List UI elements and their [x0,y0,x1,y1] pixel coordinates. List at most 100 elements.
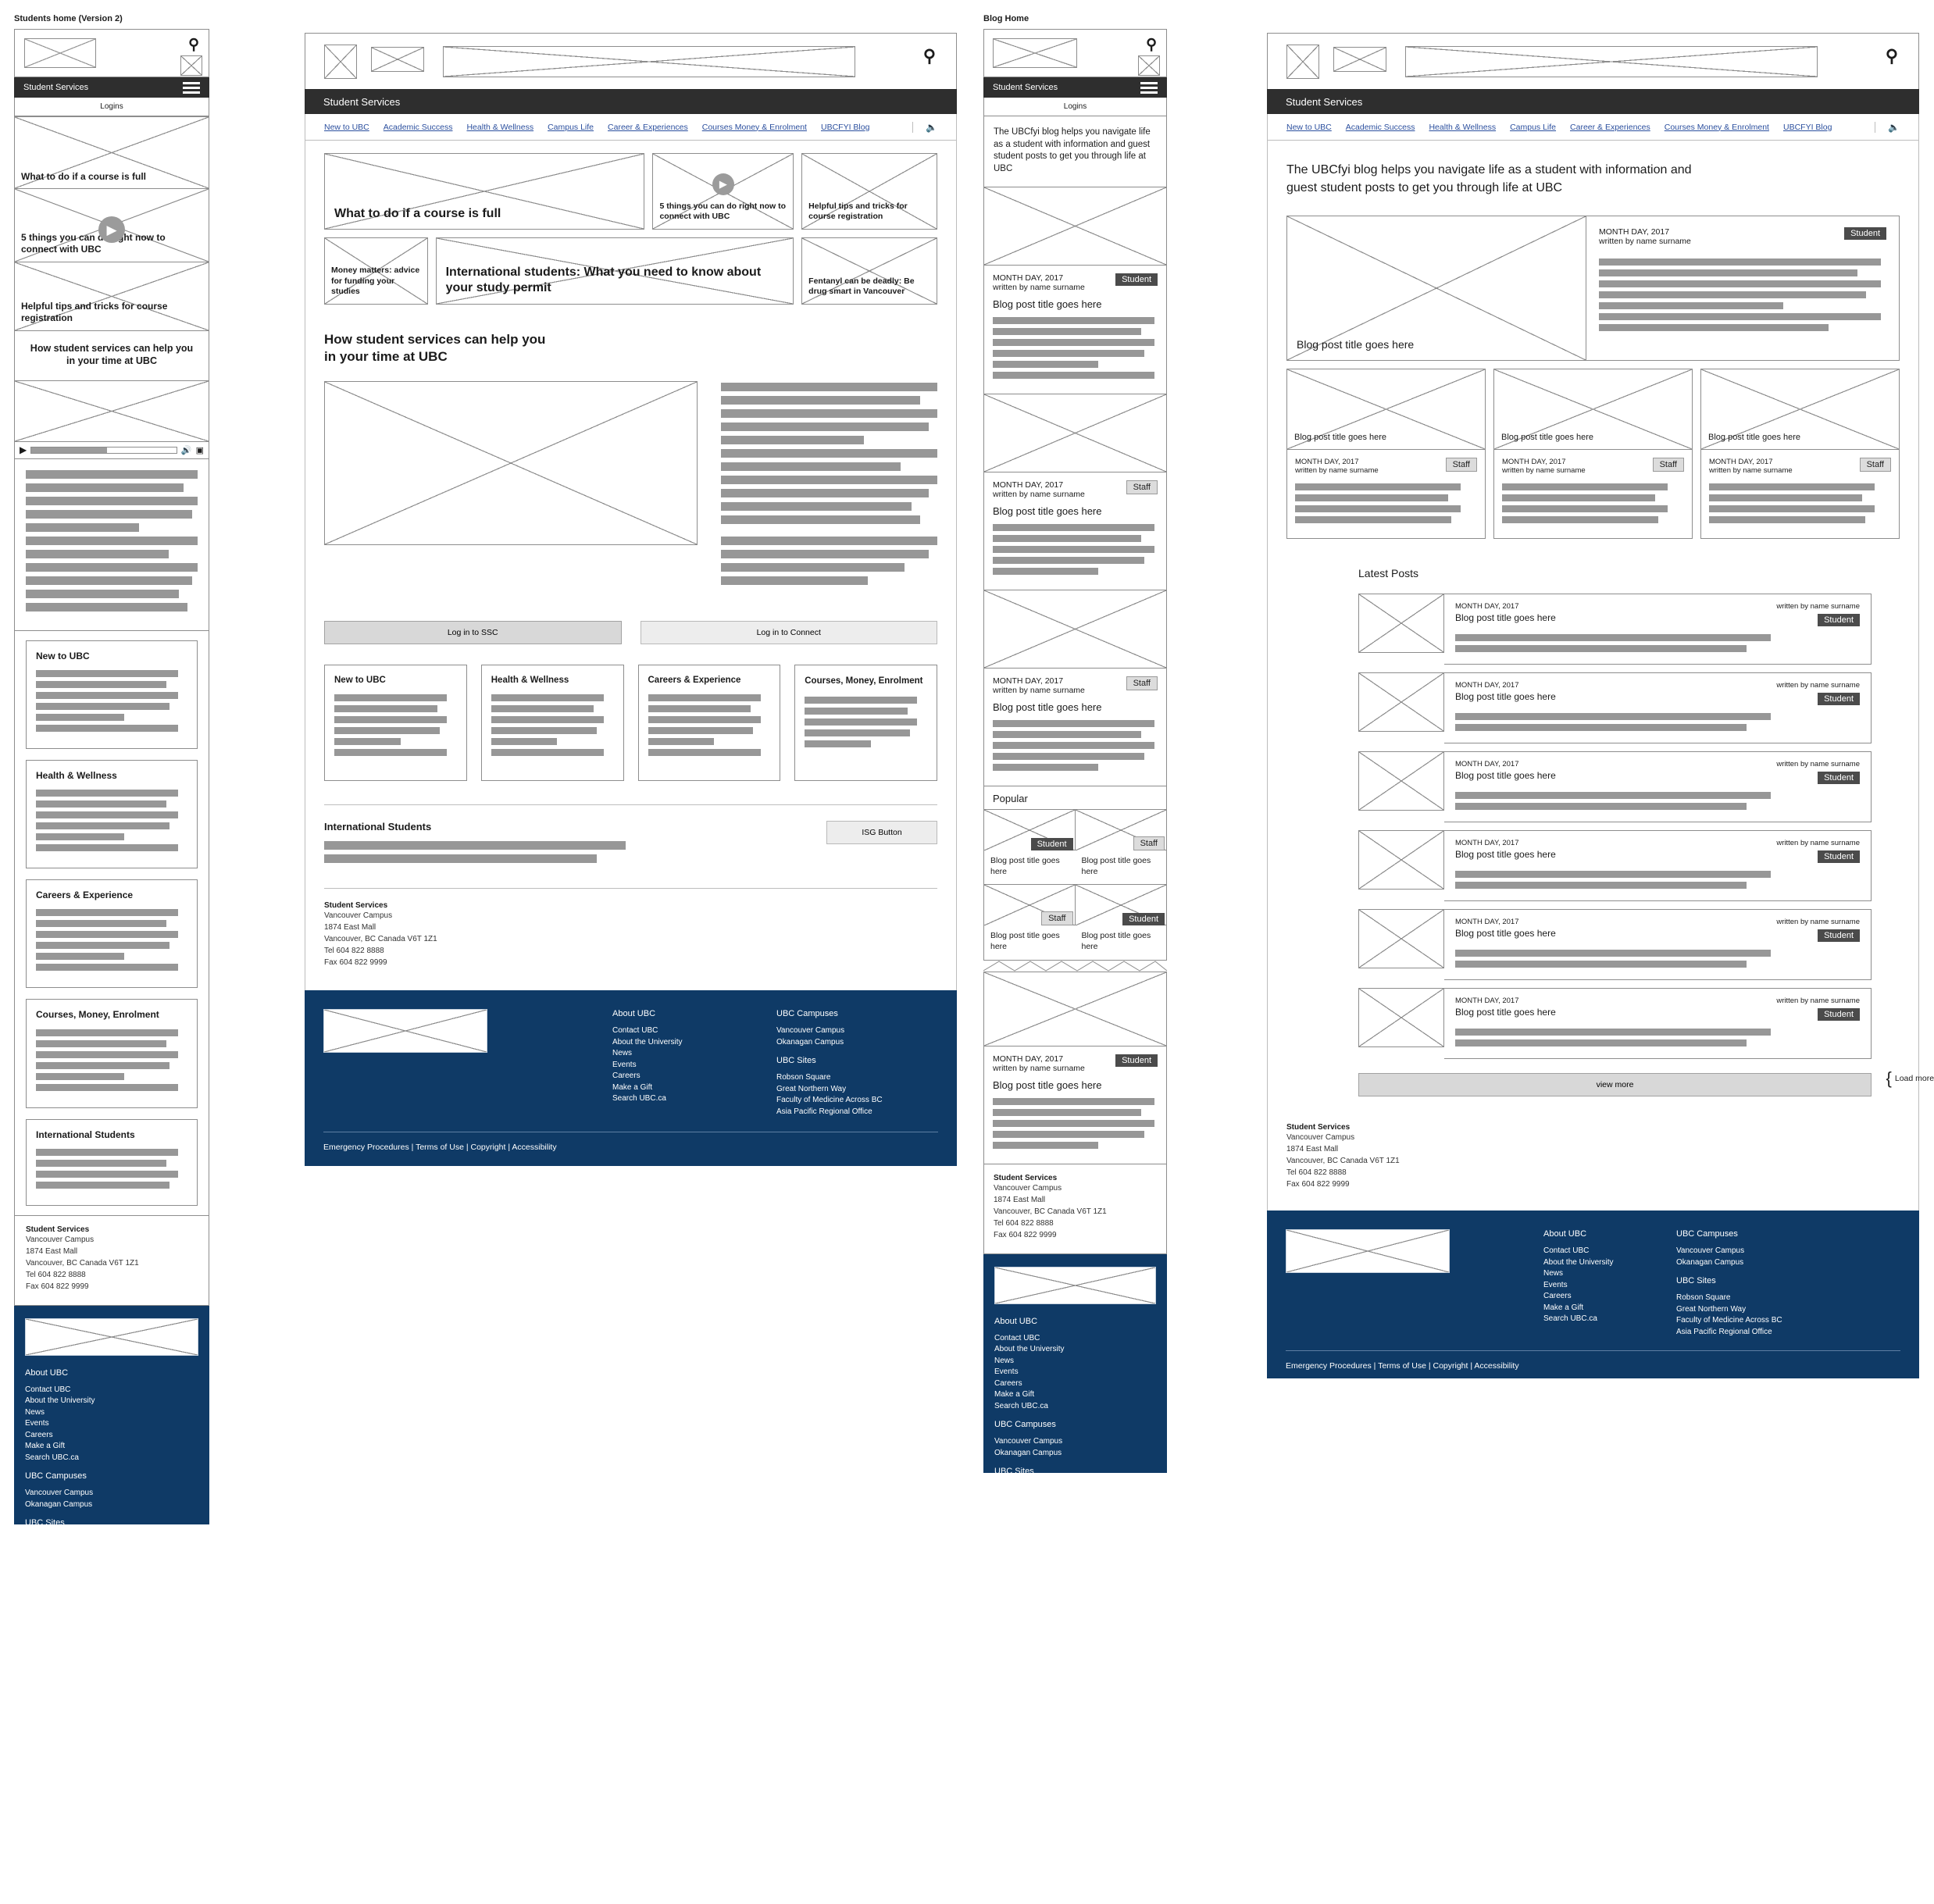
footer-link[interactable]: Make a Gift [994,1389,1156,1401]
hero-card-3[interactable]: Helpful tips and tricks for course regis… [801,153,937,230]
nav-item-courses-money-enrolment[interactable]: Courses Money & Enrolment [1665,123,1769,132]
popular-post[interactable]: Staff Blog post title goes here [1075,810,1166,884]
search-icon[interactable]: ⚲ [923,46,936,66]
footer-link[interactable]: Make a Gift [1543,1303,1676,1314]
login-ssc-button[interactable]: Log in to SSC [324,621,622,645]
footer-link[interactable]: About the University [994,1344,1156,1356]
blog-post-image[interactable] [983,971,1167,1046]
nav-item-health-wellness[interactable]: Health & Wellness [1429,123,1496,132]
featured-post-image[interactable]: Blog post title goes here [1286,369,1486,451]
latest-post-thumbnail[interactable] [1358,594,1444,654]
blog-post-image[interactable] [983,590,1167,669]
speaker-icon[interactable]: 🔈 [1875,121,1900,133]
footer-link[interactable]: Asia Pacific Regional Office [1676,1327,1825,1339]
blog-post-image[interactable] [983,187,1167,266]
nav-item-ubcfyi-blog[interactable]: UBCFYI Blog [821,123,869,132]
fullscreen-icon[interactable]: ▣ [196,445,204,455]
latest-post-row[interactable]: MONTH DAY, 2017 Blog post title goes her… [1358,830,1872,902]
blog-post-item[interactable]: MONTH DAY, 2017 written by name surname … [983,472,1167,591]
nav-item-new-to-ubc[interactable]: New to UBC [324,123,369,132]
hero-card-large-1[interactable]: What to do if a course is full [324,153,645,230]
latest-post-thumbnail[interactable] [1358,909,1444,969]
blog-post-item[interactable]: MONTH DAY, 2017 written by name surname … [983,669,1167,787]
footer-link[interactable]: Search UBC.ca [612,1093,745,1105]
footer-link[interactable]: Faculty of Medicine Across BC [1676,1315,1825,1327]
volume-icon[interactable]: 🔊 [181,445,192,455]
footer-legal-links[interactable]: Emergency Procedures | Terms of Use | Co… [323,1142,938,1153]
featured-post-card[interactable]: Blog post title goes here MONTH DAY, 201… [1493,369,1693,540]
speaker-icon[interactable]: 🔈 [912,121,937,133]
footer-link[interactable]: Okanagan Campus [25,1499,198,1511]
footer-link[interactable]: Search UBC.ca [1543,1314,1676,1325]
footer-link[interactable]: Search UBC.ca [994,1401,1156,1413]
footer-link[interactable]: Vancouver Campus [1676,1246,1825,1257]
nav-item-campus-life[interactable]: Campus Life [1510,123,1556,132]
footer-link[interactable]: Contact UBC [25,1385,198,1396]
nav-item-new-to-ubc[interactable]: New to UBC [1286,123,1332,132]
category-card[interactable]: New to UBC [324,665,467,782]
footer-link[interactable]: Contact UBC [612,1025,745,1037]
footer-link[interactable]: Events [25,1418,198,1430]
play-icon[interactable]: ▶ [712,173,734,195]
latest-post-row[interactable]: MONTH DAY, 2017 Blog post title goes her… [1358,672,1872,744]
hamburger-icon[interactable] [183,80,200,96]
featured-post-card[interactable]: Blog post title goes here MONTH DAY, 201… [1286,369,1486,540]
footer-link[interactable]: Careers [1543,1291,1676,1303]
footer-link[interactable]: News [612,1048,745,1060]
hero-card-video[interactable]: ▶ 5 things you can do right now to conne… [652,153,794,230]
latest-post-row[interactable]: MONTH DAY, 2017 Blog post title goes her… [1358,909,1872,981]
featured-post-large[interactable]: Blog post title goes here MONTH DAY, 201… [1286,216,1900,362]
mobile-video-frame[interactable] [14,380,209,442]
footer-link[interactable]: Contact UBC [994,1333,1156,1345]
footer-link[interactable]: Careers [25,1430,198,1442]
mobile-hero-card-3[interactable]: Helpful tips and tricks for course regis… [14,262,209,331]
footer-link[interactable]: About the University [25,1396,198,1407]
category-card[interactable]: Careers & Experience [637,665,781,782]
footer-link[interactable]: Robson Square [1676,1293,1825,1304]
footer-link[interactable]: Vancouver Campus [994,1436,1156,1448]
footer-link[interactable]: News [1543,1268,1676,1280]
nav-item-career-experiences[interactable]: Career & Experiences [608,123,688,132]
hamburger-icon[interactable] [1140,80,1158,96]
nav-item-career-experiences[interactable]: Career & Experiences [1570,123,1650,132]
mobile-hero-card-1[interactable]: What to do if a course is full [14,116,209,189]
login-connect-button[interactable]: Log in to Connect [640,621,937,645]
play-icon[interactable]: ▶ [20,444,27,455]
blog-post-image[interactable] [983,394,1167,473]
footer-link[interactable]: News [994,1356,1156,1367]
popular-post[interactable]: Student Blog post title goes here [984,810,1076,884]
latest-post-thumbnail[interactable] [1358,830,1444,890]
category-card[interactable]: Courses, Money, Enrolment [26,998,198,1108]
footer-link[interactable]: Contact UBC [1543,1246,1676,1257]
featured-post-image[interactable]: Blog post title goes here [1493,369,1693,451]
footer-link[interactable]: Make a Gift [25,1441,198,1453]
footer-link[interactable]: Asia Pacific Regional Office [776,1107,925,1118]
category-card[interactable]: Health & Wellness [26,759,198,868]
footer-link[interactable]: Okanagan Campus [776,1037,925,1049]
nav-item-campus-life[interactable]: Campus Life [548,123,594,132]
latest-post-thumbnail[interactable] [1358,672,1444,733]
footer-link[interactable]: Vancouver Campus [776,1025,925,1037]
nav-item-ubcfyi-blog[interactable]: UBCFYI Blog [1783,123,1832,132]
hero-card-4[interactable]: Money matters: advice for funding your s… [324,237,428,305]
footer-link[interactable]: Make a Gift [612,1082,745,1094]
category-card[interactable]: International Students [26,1118,198,1206]
latest-post-thumbnail[interactable] [1358,751,1444,811]
footer-link[interactable]: Faculty of Medicine Across BC [776,1095,925,1107]
nav-item-academic-success[interactable]: Academic Success [1346,123,1415,132]
category-card[interactable]: New to UBC [26,640,198,749]
blog-post-item[interactable]: MONTH DAY, 2017 written by name surname … [983,266,1167,395]
footer-link[interactable]: Great Northern Way [776,1084,925,1096]
nav-item-academic-success[interactable]: Academic Success [384,123,453,132]
footer-link[interactable]: Great Northern Way [1676,1304,1825,1316]
mobile-video-controls[interactable]: ▶ 🔊 ▣ [14,441,209,459]
footer-legal-links[interactable]: Emergency Procedures | Terms of Use | Co… [1286,1360,1900,1372]
isg-button[interactable]: ISG Button [826,821,937,845]
nav-item-courses-money-enrolment[interactable]: Courses Money & Enrolment [702,123,807,132]
footer-link[interactable]: News [25,1407,198,1419]
mobile-logins-row[interactable]: Logins [983,98,1167,116]
hero-card-6[interactable]: Fentanyl can be deadly: Be drug smart in… [801,237,937,305]
search-icon[interactable]: ⚲ [188,36,199,54]
view-more-button[interactable]: view more [1358,1073,1872,1097]
popular-post[interactable]: Staff Blog post title goes here [984,885,1076,959]
